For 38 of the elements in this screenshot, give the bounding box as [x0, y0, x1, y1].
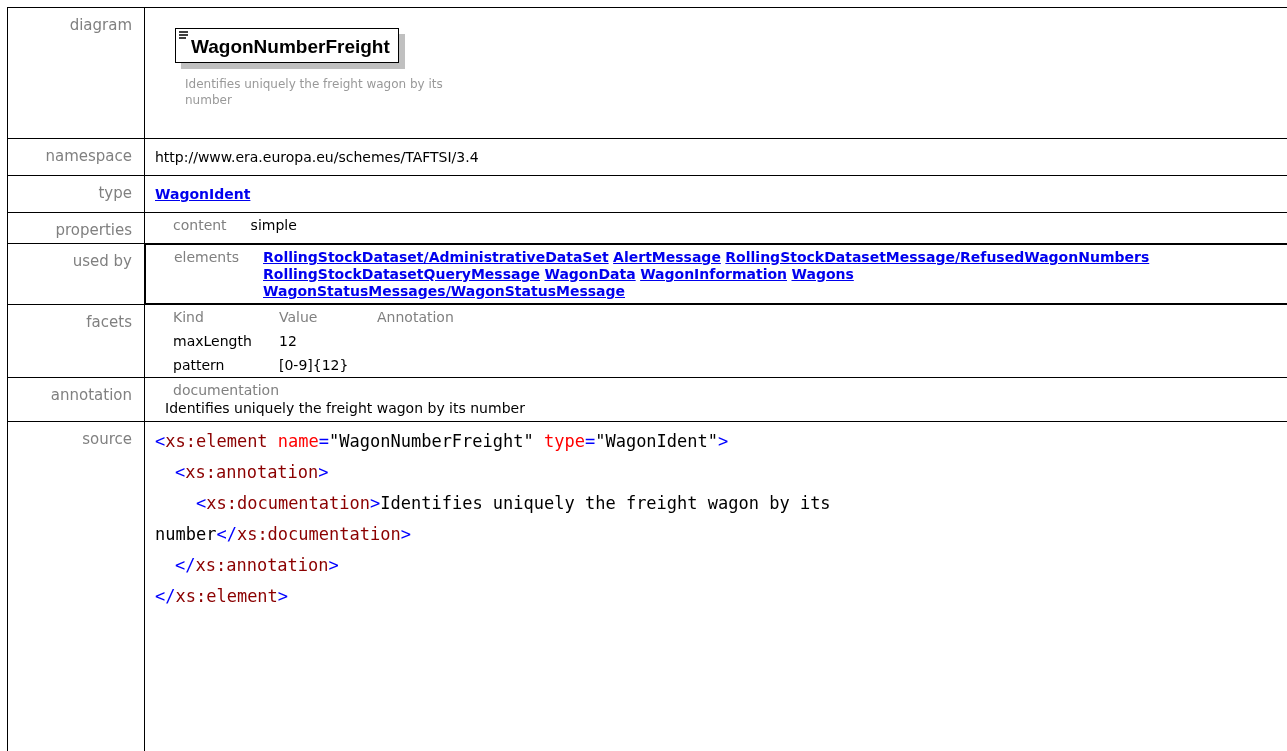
annotation-text: Identifies uniquely the freight wagon by its number: [165, 399, 526, 418]
facet-value: 12: [279, 333, 298, 350]
facet-column-header: Annotation: [377, 309, 455, 326]
element-link[interactable]: AlertMessage: [613, 249, 721, 265]
source-code-line: </xs:element>: [155, 586, 289, 607]
row-label: used by: [7, 243, 145, 305]
facet-column-header: Kind: [173, 309, 205, 326]
element-link[interactable]: RollingStockDataset/AdministrativeDataSet: [263, 249, 609, 265]
row-label: properties: [7, 212, 145, 244]
row-label: type: [7, 175, 145, 213]
element-link[interactable]: RollingStockDatasetQueryMessage: [263, 265, 540, 282]
row-label: annotation: [7, 377, 145, 422]
facet-column-header: Value: [279, 309, 319, 326]
facet-kind: pattern: [173, 357, 226, 374]
source-code-line: </xs:annotation>: [175, 555, 339, 576]
element-link[interactable]: Wagons: [791, 265, 854, 282]
element-lines-icon: [179, 31, 189, 40]
element-link[interactable]: WagonStatusMessages/WagonStatusMessage: [263, 282, 625, 299]
source-code-line: <xs:element name="WagonNumberFreight" type="WagonIdent">: [155, 431, 729, 452]
facet-value: [0-9]{12}: [279, 357, 350, 374]
row-label: diagram: [7, 7, 145, 139]
source-code-line: number</xs:documentation>: [155, 524, 411, 545]
row-label: source: [7, 421, 145, 751]
property-value: simple: [250, 217, 297, 233]
row-label: namespace: [7, 138, 145, 176]
element-link[interactable]: RollingStockDatasetMessage/RefusedWagonNumbers: [725, 249, 1150, 265]
row-label: facets: [7, 304, 145, 378]
property-key: content: [173, 217, 227, 233]
element-link[interactable]: WagonData: [544, 265, 636, 282]
source-code-line: <xs:documentation>Identifies uniquely the freight wagon by its: [196, 493, 831, 514]
element-description: Identifies uniquely the freight wagon by its number: [185, 77, 444, 109]
used-by-key: elements: [174, 249, 240, 300]
namespace-value: http://www.era.europa.eu/schemes/TAFTSI/3.4: [155, 149, 479, 165]
facet-kind: maxLength: [173, 333, 253, 350]
source-code-line: <xs:annotation>: [175, 462, 329, 483]
type-link[interactable]: WagonIdent: [155, 186, 251, 202]
element-link[interactable]: WagonInformation: [640, 265, 788, 282]
annotation-key: documentation: [173, 382, 1286, 400]
